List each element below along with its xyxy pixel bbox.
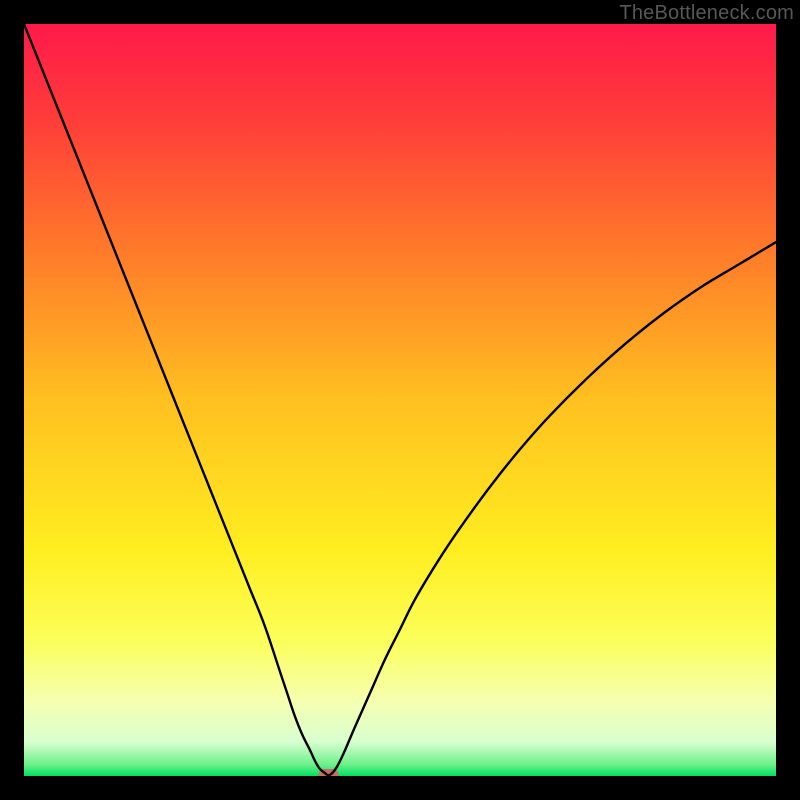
watermark-text: TheBottleneck.com (619, 2, 794, 25)
bottleneck-chart (24, 24, 776, 776)
chart-frame (24, 24, 776, 776)
chart-background (24, 24, 776, 776)
